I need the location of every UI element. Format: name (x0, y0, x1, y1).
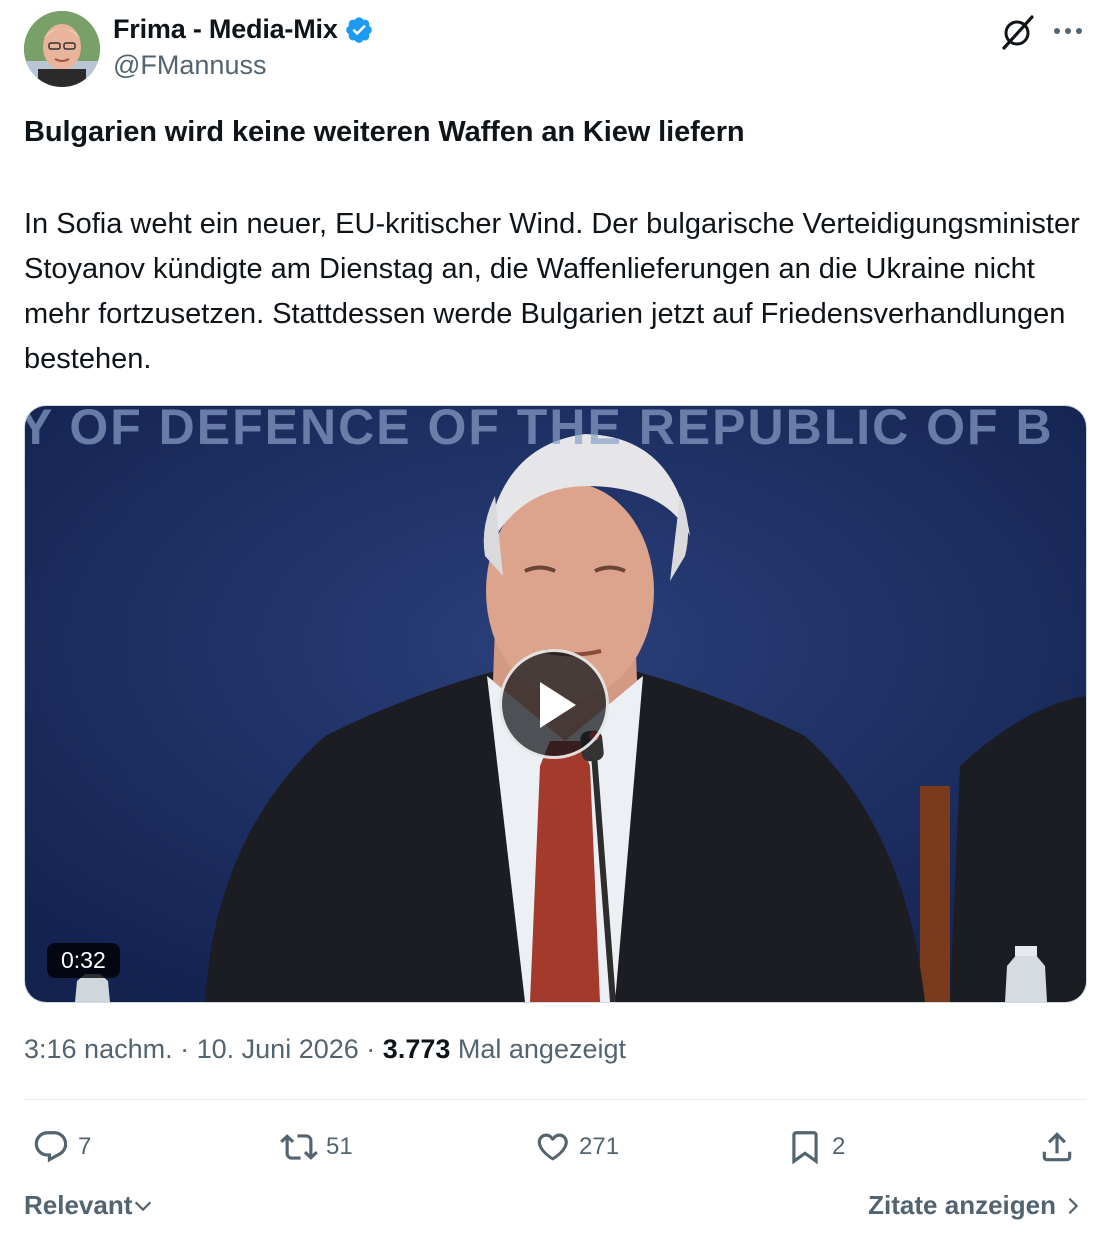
bookmark-count: 2 (832, 1133, 846, 1160)
like-button[interactable]: 271 (533, 1120, 619, 1174)
bookmark-button[interactable]: 2 (786, 1120, 845, 1174)
post-meta: 3:16 nachm. · 10. Juni 2026 · 3.773 Mal … (24, 1034, 626, 1065)
video-duration: 0:32 (47, 943, 120, 978)
repost-icon (280, 1134, 318, 1160)
action-bar: 7 51 271 2 (0, 1120, 1110, 1174)
author-handle[interactable]: @FMannuss (113, 50, 266, 81)
divider (24, 1099, 1086, 1100)
sort-label: Relevant (24, 1190, 133, 1220)
more-options-icon[interactable] (1050, 16, 1086, 46)
reply-count: 7 (78, 1133, 92, 1160)
view-label: Mal angezeigt (457, 1034, 626, 1064)
backdrop-text: Y OF DEFENCE OF THE REPUBLIC OF B (25, 406, 1054, 455)
chevron-down-icon (135, 1201, 152, 1211)
reply-icon (34, 1131, 68, 1163)
meta-separator: · (180, 1034, 190, 1064)
view-count: 3.773 (382, 1034, 451, 1064)
post-body: In Sofia weht ein neuer, EU-kritischer W… (24, 208, 1080, 375)
author-row: Frima - Media-Mix (113, 14, 374, 45)
show-quotes-link[interactable]: Zitate anzeigen (868, 1190, 1084, 1221)
meta-separator: · (366, 1034, 376, 1064)
reply-button[interactable]: 7 (32, 1120, 91, 1174)
heart-icon (537, 1133, 568, 1161)
bookmark-icon (792, 1131, 818, 1165)
video-player[interactable]: Y OF DEFENCE OF THE REPUBLIC OF B 0:32 (24, 405, 1087, 1003)
share-icon (1042, 1132, 1072, 1162)
avatar[interactable] (24, 11, 100, 87)
play-icon (540, 682, 576, 728)
sort-dropdown[interactable]: Relevant (24, 1190, 154, 1221)
display-name[interactable]: Frima - Media-Mix (113, 14, 338, 45)
repost-count: 51 (326, 1133, 353, 1160)
play-button[interactable] (499, 649, 609, 759)
repost-button[interactable]: 51 (280, 1120, 353, 1174)
verified-badge-icon (345, 16, 372, 43)
post-time[interactable]: 3:16 nachm. (24, 1034, 173, 1064)
post-date[interactable]: 10. Juni 2026 (197, 1034, 359, 1064)
quotes-label: Zitate anzeigen (868, 1190, 1056, 1220)
post-headline: Bulgarien wird keine weiteren Waffen an … (24, 116, 745, 148)
chevron-right-icon (1068, 1197, 1079, 1214)
share-button[interactable] (1038, 1120, 1076, 1174)
like-count: 271 (579, 1133, 620, 1160)
grok-icon[interactable] (998, 12, 1038, 52)
